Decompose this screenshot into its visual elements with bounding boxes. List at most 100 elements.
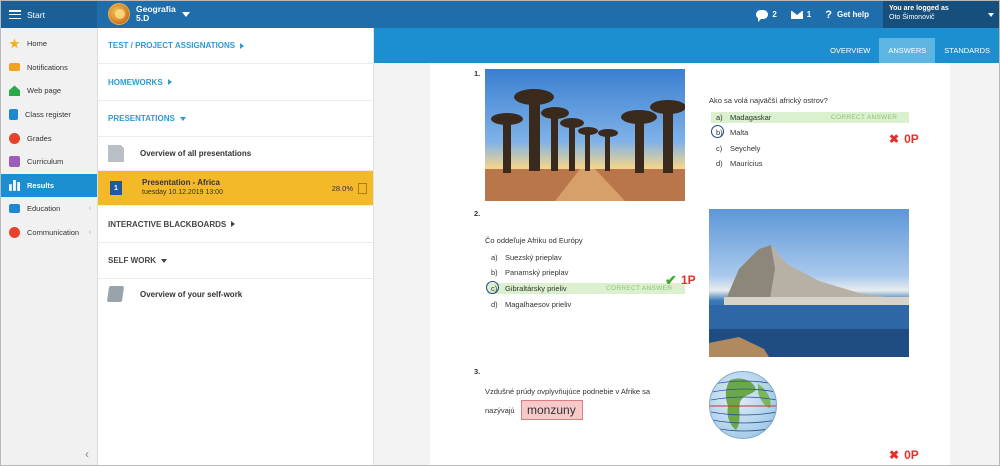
question-text: Čo oddeľuje Afriku od Európy	[485, 236, 583, 245]
row-label: Overview of your self-work	[140, 289, 243, 299]
star-icon	[9, 38, 20, 49]
chevron-down-icon	[181, 11, 190, 17]
answer-option: b) Malta	[716, 128, 749, 137]
row-label: Overview of all presentations	[140, 149, 252, 158]
file-icon[interactable]	[358, 182, 367, 194]
sidebar-item-label: Communication	[27, 228, 80, 238]
presentation-doc-icon	[108, 145, 124, 162]
envelope-icon	[790, 10, 803, 19]
sidebar-item-notifications[interactable]: Notifications	[1, 56, 97, 80]
section-interactive-blackboards[interactable]: INTERACTIVE BLACKBOARDS	[98, 206, 373, 243]
help-label: Get help	[836, 10, 869, 19]
messages-button[interactable]: 2	[756, 10, 777, 22]
sidebar-item-education[interactable]: Education ›	[1, 197, 97, 221]
globe-wind-map	[709, 371, 777, 439]
logged-as-label: You are logged as	[889, 5, 949, 12]
user-name: Oto Šimonovič	[889, 14, 935, 21]
tab-overview[interactable]: OVERVIEW	[821, 38, 879, 63]
section-self-work[interactable]: SELF WORK	[98, 243, 373, 279]
tab-standards[interactable]: STANDARDS	[935, 38, 999, 63]
sidebar: Home Notifications Web page Class regist…	[1, 28, 98, 465]
student-answer-box: monzuny	[521, 400, 583, 420]
presentation-item-selected[interactable]: 1 Presentation - Africa tuesday 10.12.20…	[98, 171, 373, 206]
question-score: ✖ 0P	[889, 448, 919, 462]
sidebar-item-label: Results	[27, 180, 55, 190]
hamburger-icon	[9, 10, 21, 19]
sidebar-item-web-page[interactable]: Web page	[1, 79, 97, 103]
sidebar-item-results[interactable]: Results	[1, 173, 97, 198]
messages-count: 2	[772, 10, 777, 19]
answer-option: d) Magalhaesov prieliv	[491, 300, 572, 309]
chat-bubble-icon	[756, 10, 769, 22]
chevron-right-icon	[240, 42, 245, 49]
question-number: 1.	[474, 69, 481, 78]
sidebar-item-curriculum[interactable]: Curriculum	[1, 150, 97, 174]
chevron-right-icon	[167, 79, 172, 85]
answer-option: c) Seychely	[716, 144, 761, 153]
sidebar-item-label: Notifications	[27, 62, 68, 72]
baobab-photo	[485, 69, 685, 201]
notebook-icon	[106, 286, 125, 302]
answer-option: d) Maurícius	[716, 159, 763, 168]
user-menu[interactable]: You are logged as Oto Šimonovič	[883, 1, 999, 28]
top-bar: Start Geografia 5.D 2 1 ? Get help You a…	[1, 1, 999, 28]
chevron-right-icon: ›	[88, 205, 91, 213]
question-mark-icon: ?	[825, 8, 832, 21]
sidebar-item-grades[interactable]: Grades	[1, 126, 97, 150]
course-logo-icon	[108, 3, 130, 25]
question-number: 3.	[474, 367, 481, 376]
section-presentations[interactable]: PRESENTATIONS	[98, 101, 373, 137]
question-score: ✖ 0P	[889, 132, 919, 146]
mail-count: 1	[806, 10, 812, 19]
sidebar-item-label: Class register	[25, 110, 71, 120]
answer-option: c) Gibraltársky prieliv	[491, 284, 567, 293]
sidebar-item-communication[interactable]: Communication ›	[1, 221, 97, 245]
section-label: TEST / PROJECT ASSIGNATIONS	[108, 41, 236, 50]
envelope-icon	[9, 63, 20, 72]
gibraltar-photo	[709, 209, 909, 357]
sidebar-item-label: Grades	[27, 133, 52, 143]
section-homeworks[interactable]: HOMEWORKS	[98, 64, 373, 101]
education-icon	[9, 204, 20, 214]
curriculum-icon	[9, 156, 20, 168]
course-class: 5.D	[136, 13, 150, 23]
chevron-right-icon: ›	[88, 229, 91, 237]
correct-answer-label: CORRECT ANSWER	[606, 285, 673, 292]
start-label: Start	[27, 9, 45, 20]
overview-all-presentations[interactable]: Overview of all presentations	[98, 137, 373, 171]
sidebar-item-home[interactable]: Home	[1, 32, 97, 56]
cross-icon: ✖	[889, 448, 900, 462]
sidebar-item-class-register[interactable]: Class register	[1, 103, 97, 127]
section-label: SELF WORK	[108, 256, 156, 265]
register-icon	[9, 109, 18, 121]
house-icon	[9, 85, 20, 97]
checkmark-icon: ✔	[665, 272, 677, 288]
sidebar-item-label: Curriculum	[27, 157, 64, 167]
chevron-down-icon	[179, 116, 186, 121]
question-number: 2.	[474, 209, 481, 218]
sidebar-item-label: Web page	[27, 86, 62, 96]
mail-button[interactable]: 1	[790, 10, 812, 19]
chevron-right-icon	[231, 221, 236, 227]
section-test-assignations[interactable]: TEST / PROJECT ASSIGNATIONS	[98, 28, 373, 64]
chevron-down-icon	[988, 13, 994, 17]
presentation-percent: 28.0%	[331, 183, 353, 193]
results-panel: TEST / PROJECT ASSIGNATIONS HOMEWORKS PR…	[98, 28, 374, 465]
chart-icon	[9, 179, 20, 191]
overview-self-work[interactable]: Overview of your self-work	[98, 279, 373, 309]
sidebar-item-label: Education	[27, 204, 61, 214]
correct-answer-label: CORRECT ANSWER	[831, 114, 898, 121]
chevron-down-icon	[161, 258, 167, 263]
presentation-date: tuesday 10.12.2019 13:00	[142, 189, 223, 196]
tab-answers[interactable]: ANSWERS	[879, 38, 936, 63]
collapse-sidebar-icon[interactable]: ‹	[85, 447, 89, 461]
section-label: HOMEWORKS	[108, 77, 163, 87]
cross-icon: ✖	[889, 132, 900, 146]
help-button[interactable]: ? Get help	[825, 9, 869, 21]
course-selector[interactable]: Geografia 5.D	[108, 3, 190, 25]
grades-icon	[9, 132, 20, 144]
answer-option: b) Panamský prieplav	[491, 268, 569, 277]
presentation-title: Presentation - Africa	[142, 178, 220, 187]
start-menu-button[interactable]: Start	[1, 1, 97, 28]
answer-option: a) Suezský prieplav	[491, 253, 562, 262]
